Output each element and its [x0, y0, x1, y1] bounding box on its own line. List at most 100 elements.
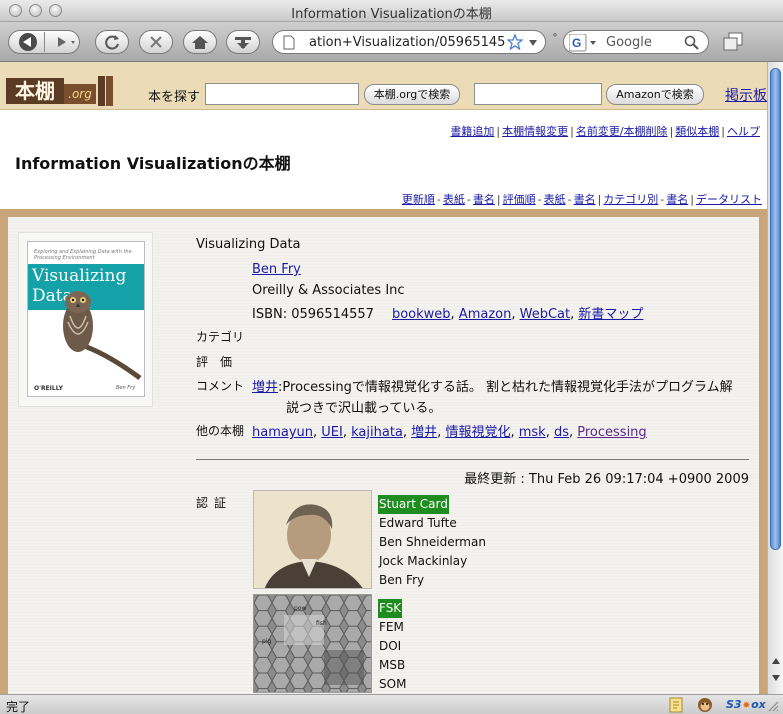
- shelf-link-processing[interactable]: Processing: [577, 425, 646, 440]
- sort-rating-cover-link[interactable]: 表紙: [544, 193, 566, 206]
- auth-name-doi[interactable]: DOI: [378, 637, 402, 656]
- webcat-link[interactable]: WebCat: [520, 307, 570, 322]
- book-title: Visualizing Data: [196, 237, 301, 252]
- auth-name-som[interactable]: SOM: [378, 675, 407, 694]
- logo-text: 本棚: [6, 78, 64, 104]
- rating-label: 評 価: [196, 355, 233, 369]
- svg-text:G: G: [572, 36, 581, 50]
- hexagon-map-icon: pow fish pig: [254, 595, 371, 692]
- search-label: 本を探す: [148, 90, 201, 105]
- resize-grip-icon[interactable]: [767, 700, 779, 712]
- sort-rating-title-link[interactable]: 書名: [574, 193, 596, 206]
- magnifier-icon[interactable]: [684, 35, 700, 51]
- comment-label: コメント: [196, 379, 245, 393]
- sort-rating-link[interactable]: 評価順: [503, 193, 536, 206]
- comment-line2: 説つきで沢山載っている。: [286, 401, 442, 416]
- status-bar: 完了 S3✸ox: [0, 694, 783, 714]
- url-dropdown-icon[interactable]: [528, 39, 538, 47]
- add-book-link[interactable]: 書籍追加: [450, 125, 494, 138]
- google-engine-icon[interactable]: G: [569, 34, 599, 52]
- back-button[interactable]: [11, 32, 45, 52]
- scroll-down-icon[interactable]: [771, 674, 781, 682]
- sort-updated-cover-link[interactable]: 表紙: [443, 193, 465, 206]
- auth-photo[interactable]: [253, 490, 372, 589]
- separator-dot-icon: ˚: [552, 33, 558, 47]
- site-logo[interactable]: 本棚 .org: [6, 76, 116, 108]
- home-icon: [192, 36, 208, 49]
- shelf-link-ds[interactable]: ds: [554, 425, 569, 440]
- shelf-link-uei[interactable]: UEI: [321, 425, 343, 440]
- edit-shelf-link[interactable]: 本棚情報変更: [502, 125, 568, 138]
- shelf-link-infovis[interactable]: 情報視覚化: [445, 425, 510, 440]
- sort-updated-title-link[interactable]: 書名: [473, 193, 495, 206]
- tabs-overview-icon[interactable]: [722, 31, 744, 53]
- shinsho-map-link[interactable]: 新書マップ: [578, 307, 643, 322]
- last-updated: 最終更新 : Thu Feb 26 09:17:04 +0900 2009: [464, 472, 749, 487]
- bbs-link[interactable]: 掲示板: [725, 85, 767, 105]
- star-icon[interactable]: [507, 34, 523, 50]
- auth-name-list-1: Stuart Card Edward Tufte Ben Shneiderman…: [378, 495, 487, 590]
- reload-icon: [105, 35, 119, 50]
- help-link[interactable]: ヘルプ: [727, 125, 760, 138]
- similar-shelves-link[interactable]: 類似本棚: [675, 125, 719, 138]
- comment-line1: Processingで情報視覚化する話。 割と枯れた情報視覚化手法がプログラム解: [282, 380, 733, 395]
- auth-hex-image[interactable]: pow fish pig: [253, 594, 372, 693]
- sort-category-link[interactable]: カテゴリ別: [603, 193, 658, 206]
- logo-suffix: .org: [64, 84, 96, 104]
- page-title: Information Visualizationの本棚: [15, 154, 291, 173]
- amazon-link[interactable]: Amazon: [459, 307, 512, 322]
- stop-button[interactable]: [139, 30, 173, 54]
- other-shelves-label: 他の本棚: [196, 424, 245, 438]
- home-button[interactable]: [183, 30, 217, 54]
- vertical-scrollbar[interactable]: [767, 62, 783, 694]
- honbana-search-button[interactable]: 本棚.orgで検索: [364, 84, 460, 105]
- auth-name-ben-fry[interactable]: Ben Fry: [378, 571, 425, 590]
- site-header: 本棚 .org 本を探す 本棚.orgで検索 Amazonで検索 掲示板: [0, 62, 767, 110]
- bookmark-button[interactable]: [226, 30, 260, 54]
- search-placeholder: Google: [606, 35, 652, 50]
- search-bar[interactable]: G Google: [563, 30, 709, 54]
- comment-row: 増井:Processingで情報視覚化する話。 割と枯れた情報視覚化手法がプログ…: [252, 380, 733, 395]
- auth-name-fem[interactable]: FEM: [378, 618, 405, 637]
- cover-author: Ben Fry: [116, 385, 136, 391]
- owl-illustration-icon: [63, 291, 142, 380]
- shelf-link-masui[interactable]: 増井: [411, 425, 437, 440]
- book-panel-frame: Exploring and Explaining Data with the P…: [0, 209, 767, 694]
- cover-publisher: O'REILLY: [34, 385, 63, 392]
- data-list-link[interactable]: データリスト: [696, 193, 762, 206]
- forward-button[interactable]: [49, 32, 79, 52]
- auth-name-fsk[interactable]: FSK: [378, 599, 403, 618]
- shelf-link-msk[interactable]: msk: [519, 425, 546, 440]
- comment-author-link[interactable]: 増井: [252, 380, 278, 395]
- amazon-search-button[interactable]: Amazonで検索: [606, 84, 704, 105]
- monkey-icon[interactable]: [697, 697, 713, 713]
- auth-name-ben-shneiderman[interactable]: Ben Shneiderman: [378, 533, 487, 552]
- scroll-up-icon[interactable]: [771, 657, 781, 665]
- rename-delete-link[interactable]: 名前変更/本棚削除: [576, 125, 668, 138]
- book-panel: Exploring and Explaining Data with the P…: [8, 217, 759, 694]
- shelf-link-hamayun[interactable]: hamayun: [252, 425, 313, 440]
- auth-name-stuart-card[interactable]: Stuart Card: [378, 495, 449, 514]
- url-bar[interactable]: ation+Visualization/0596514557: [272, 30, 546, 54]
- book-cover[interactable]: Exploring and Explaining Data with the P…: [27, 241, 145, 397]
- shelf-actions: 書籍追加 | 本棚情報変更 | 名前変更/本棚削除 | 類似本棚 | ヘルプ: [450, 125, 760, 138]
- reload-button[interactable]: [95, 30, 129, 54]
- bookmark-icon: [235, 37, 251, 49]
- hex-label-fish: fish: [316, 620, 327, 627]
- bookweb-link[interactable]: bookweb: [392, 307, 451, 322]
- notepad-icon[interactable]: [668, 697, 684, 713]
- book-author-link[interactable]: Ben Fry: [252, 262, 301, 277]
- scrollbar-thumb[interactable]: [770, 68, 781, 550]
- honbana-search-input[interactable]: [205, 83, 359, 105]
- book-cover-frame: Exploring and Explaining Data with the P…: [18, 232, 153, 407]
- auth-name-msb[interactable]: MSB: [378, 656, 406, 675]
- auth-name-edward-tufte[interactable]: Edward Tufte: [378, 514, 458, 533]
- sort-updated-link[interactable]: 更新順: [402, 193, 435, 206]
- sort-category-title-link[interactable]: 書名: [666, 193, 688, 206]
- amazon-search-input[interactable]: [474, 83, 602, 105]
- category-label: カテゴリ: [196, 330, 245, 344]
- auth-name-jock-mackinlay[interactable]: Jock Mackinlay: [378, 552, 468, 571]
- s3fox-icon[interactable]: S3✸ox: [726, 698, 766, 711]
- s3-text: S3: [726, 698, 742, 711]
- shelf-link-kajihata[interactable]: kajihata: [351, 425, 403, 440]
